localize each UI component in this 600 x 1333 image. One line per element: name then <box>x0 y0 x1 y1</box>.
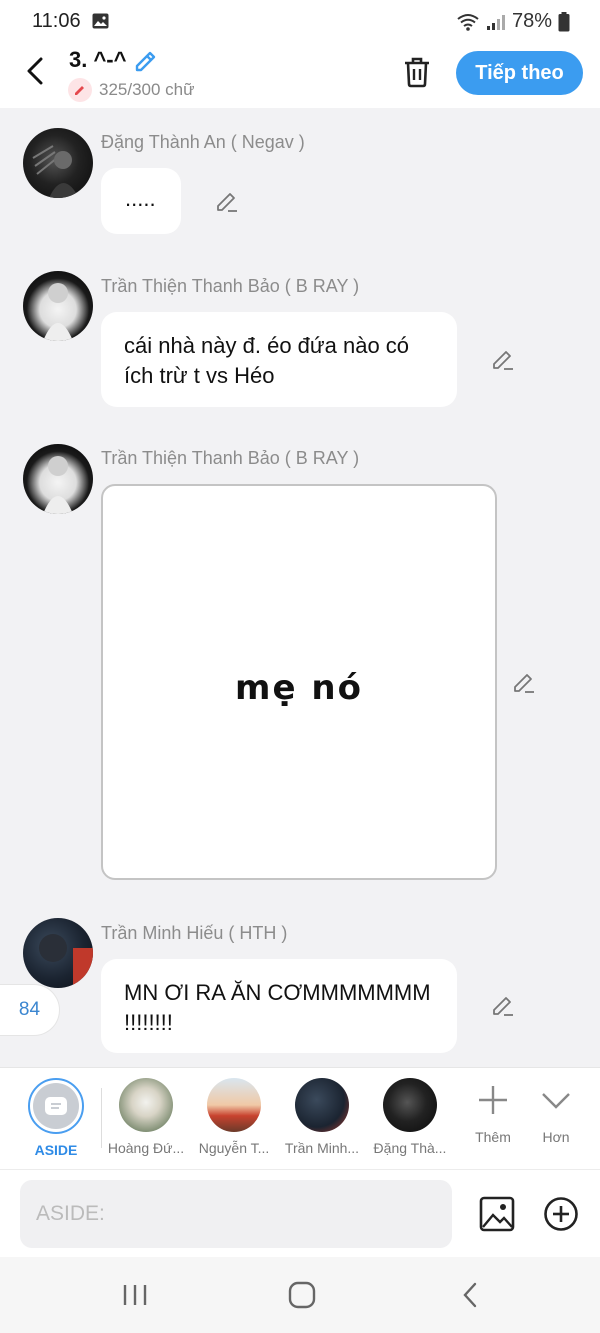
aside-avatar <box>28 1078 84 1134</box>
character-label: Nguyễn T... <box>198 1140 270 1156</box>
character-label: ASIDE <box>34 1142 78 1158</box>
add-circle-icon[interactable] <box>543 1196 579 1232</box>
sender-name: Trần Minh Hiếu ( HTH ) <box>101 923 288 943</box>
back-nav-icon <box>463 1282 477 1308</box>
image-icon[interactable] <box>479 1196 515 1232</box>
edit-message-icon[interactable] <box>490 346 516 372</box>
edit-message-icon[interactable] <box>214 188 240 214</box>
character-label: Trần Minh... <box>284 1140 360 1156</box>
word-count: 325/300 chữ <box>68 78 195 102</box>
message-bubble[interactable]: MN ƠI RA ĂN CƠMMMMMMM !!!!!!!! <box>101 959 457 1053</box>
battery-icon <box>558 11 570 31</box>
edit-message-icon[interactable] <box>490 992 516 1018</box>
character-aside[interactable]: ASIDE <box>16 1078 96 1158</box>
character-item[interactable]: Trần Minh... <box>282 1078 362 1156</box>
compose-area <box>0 1169 600 1257</box>
message-image[interactable]: mẹ nó <box>101 484 497 880</box>
character-label: Đặng Thà... <box>373 1140 447 1156</box>
battery-percent: 78% <box>511 10 552 32</box>
avatar <box>295 1078 349 1132</box>
expand-button[interactable]: Hơn <box>516 1084 596 1145</box>
chevron-left-icon <box>27 57 43 85</box>
character-item[interactable]: Hoàng Đứ... <box>106 1078 186 1156</box>
recent-apps-button[interactable] <box>115 1279 155 1311</box>
expand-label: Hơn <box>542 1129 570 1145</box>
status-bar: 11:06 78% <box>0 0 600 42</box>
avatar-figure <box>43 283 73 341</box>
image-caption: mẹ nó <box>235 668 363 708</box>
gallery-notification-icon <box>92 13 109 29</box>
home-button[interactable] <box>282 1279 322 1311</box>
word-count-text: 325/300 chữ <box>99 80 195 99</box>
page-title: 3. ^-^ <box>69 47 127 72</box>
recents-icon <box>123 1285 147 1305</box>
divider <box>101 1088 102 1148</box>
back-button[interactable] <box>20 54 50 88</box>
avatar[interactable] <box>23 918 93 988</box>
avatar[interactable] <box>23 271 93 341</box>
avatar[interactable] <box>23 444 93 514</box>
plus-icon <box>479 1086 507 1114</box>
avatar <box>383 1078 437 1132</box>
edit-message-icon[interactable] <box>511 669 537 695</box>
editor-header: 3. ^-^ 325/300 chữ Tiếp theo <box>0 42 600 108</box>
home-icon <box>288 1281 316 1309</box>
avatar <box>207 1078 261 1132</box>
avatar-figure <box>32 145 79 198</box>
message-item: Trần Thiện Thanh Bảo ( B RAY ) cái nhà n… <box>0 250 600 420</box>
message-bubble[interactable]: cái nhà này đ. éo đứa nào có ích trừ t v… <box>101 312 457 407</box>
chat-icon <box>45 1097 67 1115</box>
message-item: Trần Minh Hiếu ( HTH ) MN ƠI RA ĂN CƠMMM… <box>0 896 600 1066</box>
message-item: Đặng Thành An ( Negav ) ..... <box>0 108 600 248</box>
trash-icon[interactable] <box>402 56 432 88</box>
pencil-badge-icon <box>68 78 92 102</box>
signal-icon <box>486 14 505 30</box>
character-item[interactable]: Đặng Thà... <box>370 1078 450 1156</box>
message-input[interactable] <box>20 1180 452 1248</box>
avatar-figure <box>39 934 93 988</box>
message-bubble[interactable]: ..... <box>101 168 181 234</box>
wifi-icon <box>457 13 479 31</box>
message-item: Trần Thiện Thanh Bảo ( B RAY ) mẹ nó <box>0 422 600 892</box>
system-nav-bar <box>0 1257 600 1333</box>
avatar[interactable] <box>23 128 93 198</box>
message-counter-badge[interactable]: 84 <box>0 984 60 1036</box>
character-selector: ASIDE Hoàng Đứ... Nguyễn T... Trần Minh.… <box>0 1067 600 1169</box>
status-indicators: 78% <box>456 10 570 33</box>
character-label: Hoàng Đứ... <box>107 1140 185 1156</box>
chevron-down-icon <box>542 1093 570 1109</box>
sender-name: Trần Thiện Thanh Bảo ( B RAY ) <box>101 276 360 296</box>
avatar <box>119 1078 173 1132</box>
next-button[interactable]: Tiếp theo <box>456 51 583 95</box>
back-nav-button[interactable] <box>450 1279 490 1311</box>
edit-title-icon[interactable] <box>132 46 160 74</box>
sender-name: Đặng Thành An ( Negav ) <box>101 132 305 152</box>
sender-name: Trần Thiện Thanh Bảo ( B RAY ) <box>101 448 360 468</box>
character-item[interactable]: Nguyễn T... <box>194 1078 274 1156</box>
status-time: 11:06 <box>32 10 81 32</box>
avatar-figure <box>43 456 73 514</box>
